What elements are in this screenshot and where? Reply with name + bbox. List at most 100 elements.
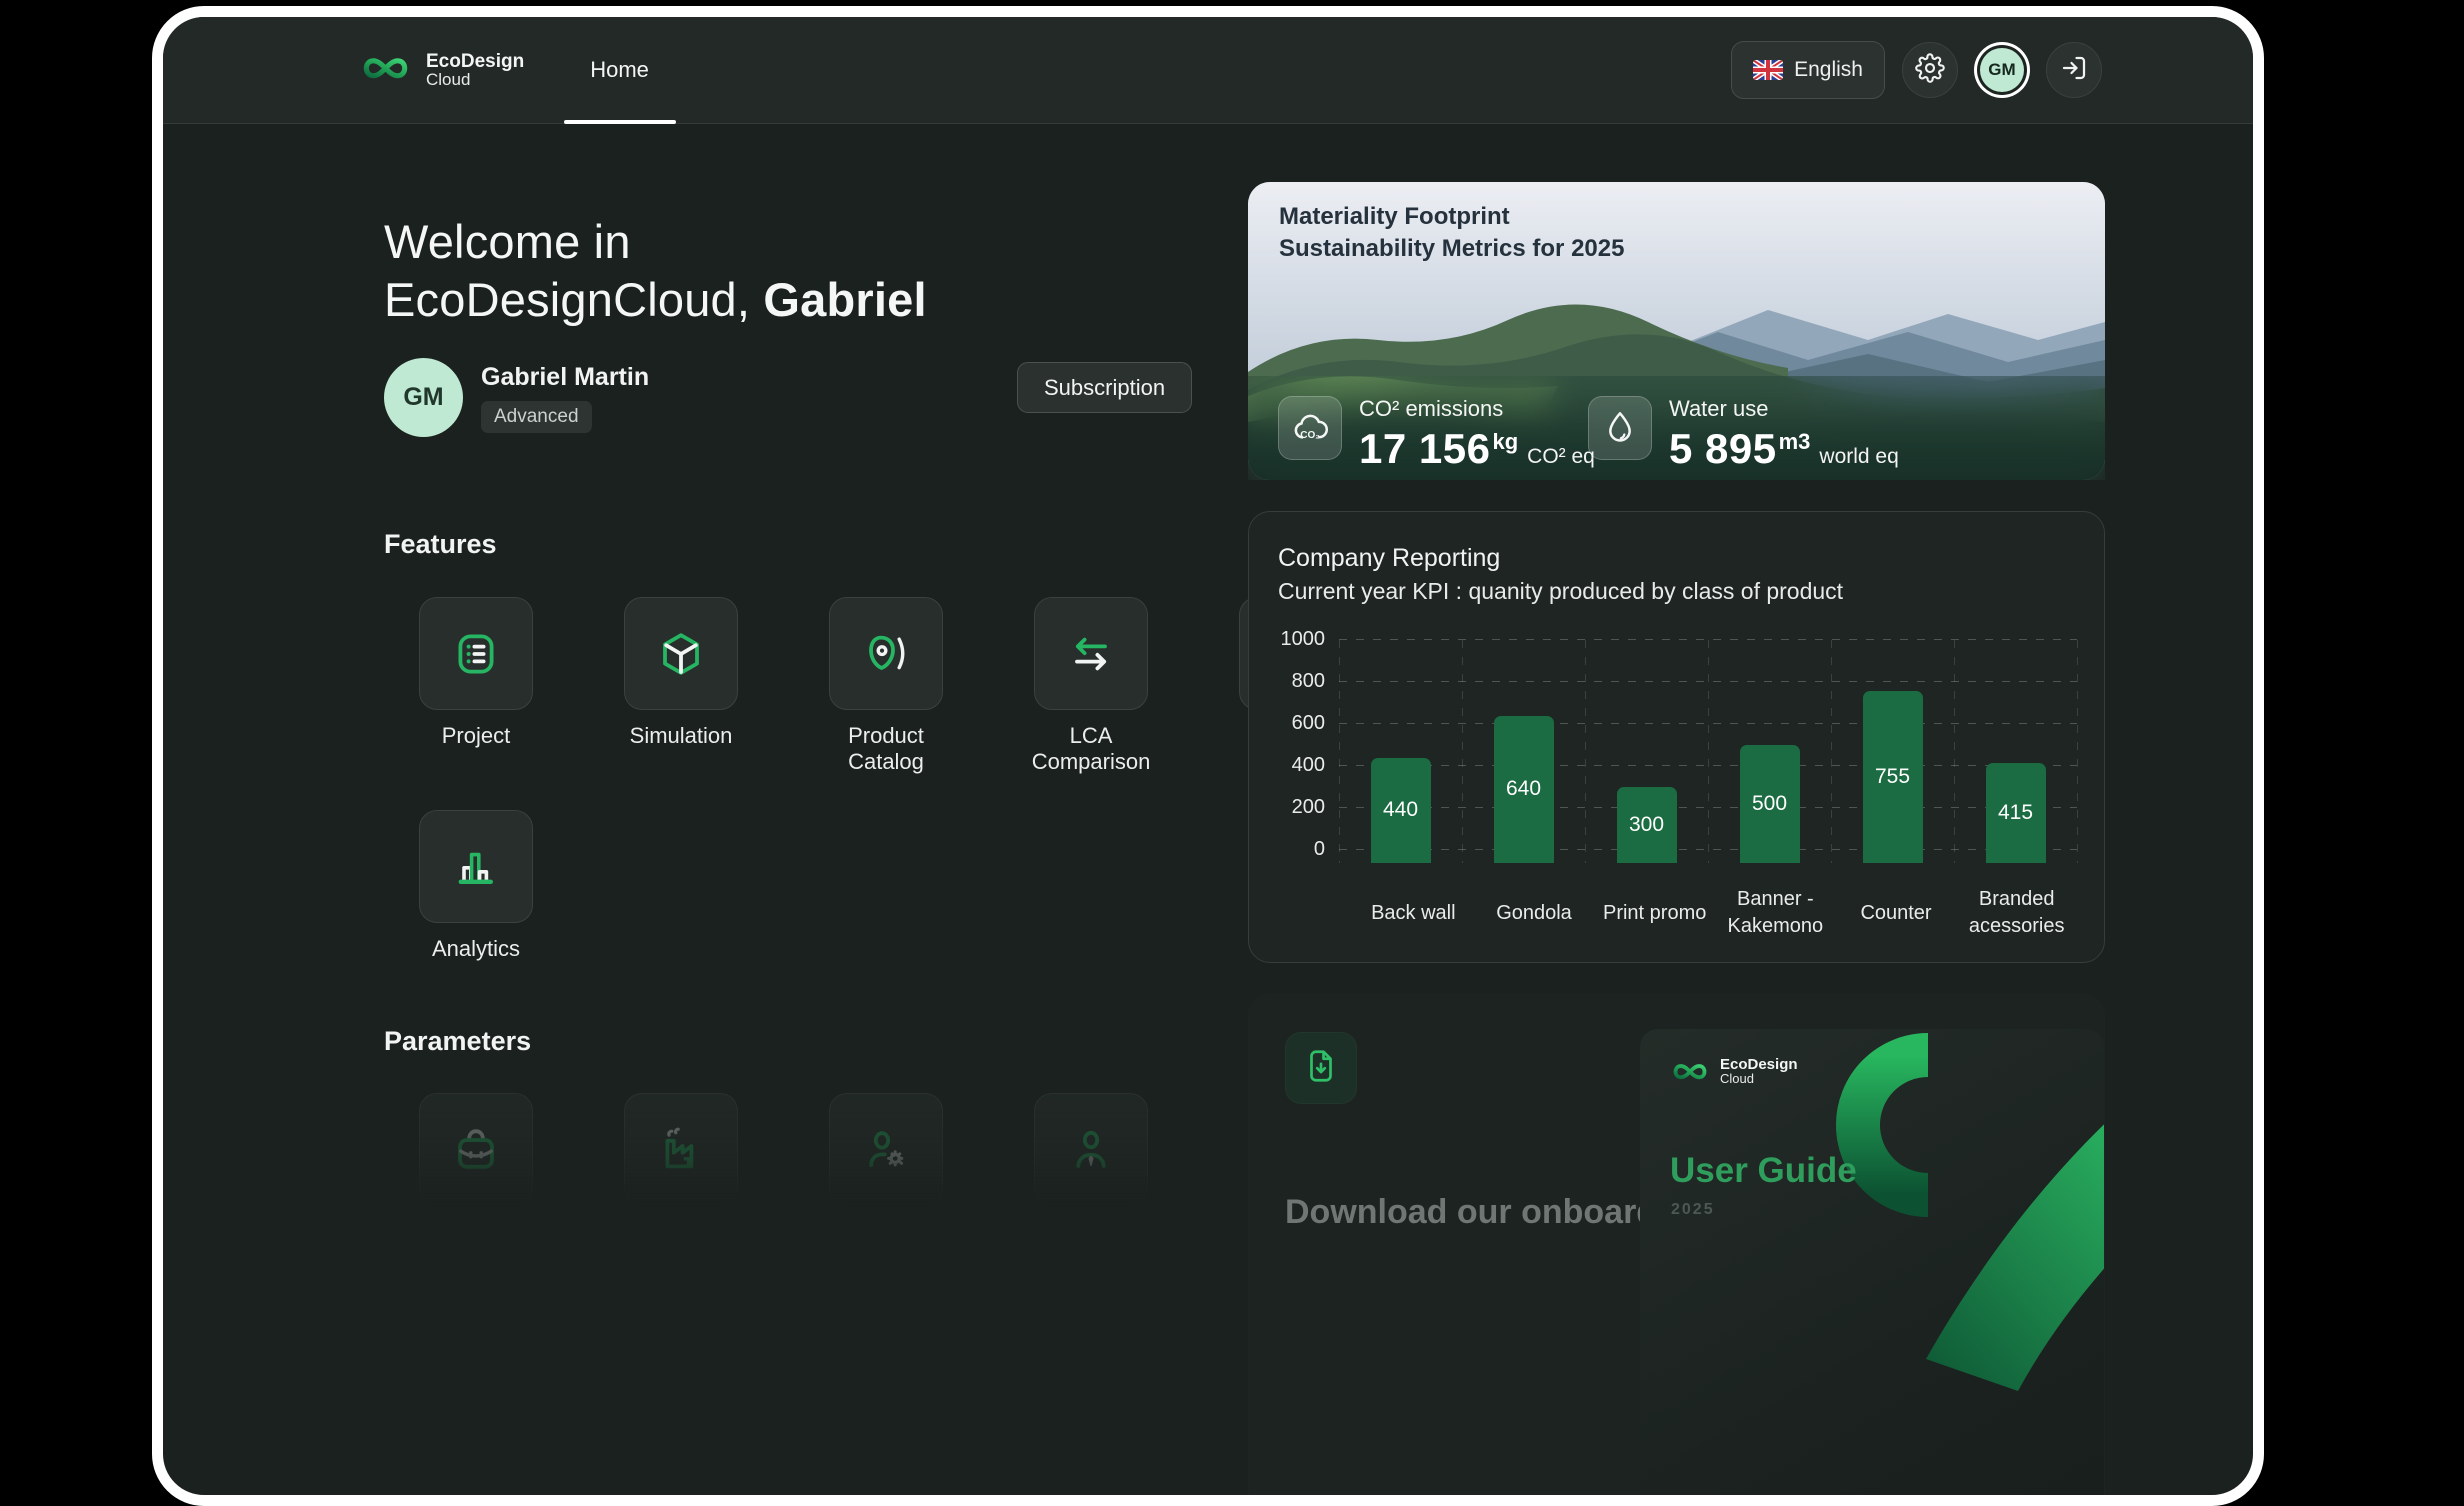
x-tick-back-wall: Back wall	[1353, 900, 1474, 927]
bar-branded-acessories: 415	[1986, 763, 2046, 863]
analytics-tile[interactable]	[419, 810, 533, 923]
gridline-vertical	[2077, 640, 2078, 863]
feature-label: Product Catalog	[829, 723, 943, 775]
x-tick-print-promo: Print promo	[1594, 900, 1715, 927]
feature-project[interactable]: Project	[419, 597, 533, 775]
y-axis-labels: 02004006008001000	[1273, 640, 1325, 863]
feature-label: Project	[442, 723, 510, 749]
logout-button[interactable]	[2046, 42, 2102, 98]
user-tie-icon	[1067, 1126, 1115, 1174]
main-content: Welcome in EcoDesignCloud, Gabriel GM Ga…	[163, 125, 2253, 1495]
guide-brand-logo: EcoDesign Cloud	[1670, 1057, 1798, 1086]
simulation-tile[interactable]	[624, 597, 738, 710]
lca-comparison-tile[interactable]	[1034, 597, 1148, 710]
project-list-icon	[452, 630, 500, 678]
logout-icon	[2059, 53, 2089, 88]
x-tick-gondola: Gondola	[1474, 900, 1595, 927]
bar-value: 300	[1629, 813, 1664, 837]
co2-value: 17 156	[1359, 425, 1490, 473]
settings-button[interactable]	[1902, 42, 1958, 98]
feature-simulation[interactable]: Simulation	[624, 597, 738, 775]
co2-cloud-icon: CO₂	[1278, 396, 1342, 460]
top-nav: EcoDesign Cloud Home English	[163, 17, 2253, 124]
bar-value: 440	[1383, 798, 1418, 822]
x-tick-banner-kakemono: Banner - Kakemono	[1715, 886, 1836, 940]
user-avatar[interactable]: GM	[1980, 48, 2024, 92]
svg-text:CO₂: CO₂	[1300, 430, 1319, 441]
feature-lca-comparison[interactable]: LCA Comparison	[1034, 597, 1148, 775]
chart-title: Company Reporting	[1278, 544, 1500, 573]
parameter-factory-tile[interactable]	[624, 1093, 738, 1206]
user-name: Gabriel Martin	[481, 363, 649, 392]
bar-counter: 755	[1863, 691, 1923, 863]
app-window: EcoDesign Cloud Home English	[152, 6, 2264, 1506]
page-title: Welcome in EcoDesignCloud, Gabriel	[384, 213, 927, 329]
bar-slot-counter: 755	[1831, 640, 1954, 863]
product-catalog-icon	[862, 630, 910, 678]
bars: 440 640 300 500 755 415	[1339, 640, 2077, 863]
simulation-cube-icon	[657, 630, 705, 678]
x-axis-labels: Back wallGondolaPrint promoBanner - Kake…	[1353, 877, 2077, 949]
bar-slot-gondola: 640	[1462, 640, 1585, 863]
parameter-user-tie-tile[interactable]	[1034, 1093, 1148, 1206]
parameter-user-gear-tile[interactable]	[829, 1093, 943, 1206]
water-value: 5 895	[1669, 425, 1777, 473]
parameter-briefcase-tile[interactable]	[419, 1093, 533, 1206]
language-selector[interactable]: English	[1731, 41, 1885, 99]
bar-chart: 02004006008001000 440640300500755415 Bac…	[1273, 640, 2077, 949]
uk-flag-icon	[1753, 60, 1783, 80]
plan-badge: Advanced	[481, 401, 592, 433]
onboarding-card: Download our onboarding	[1248, 994, 2105, 1506]
guide-title: User Guide	[1670, 1151, 1857, 1191]
user-guide-cover[interactable]: EcoDesign Cloud User Guide 2025	[1640, 1029, 2104, 1506]
y-tick: 600	[1273, 712, 1325, 735]
user-gear-icon	[862, 1126, 910, 1174]
guide-year: 2025	[1671, 1201, 1715, 1219]
bar-slot-branded-acessories: 415	[1954, 640, 2077, 863]
bar-value: 755	[1875, 765, 1910, 789]
gear-icon	[1915, 53, 1945, 88]
bar-value: 415	[1998, 801, 2033, 825]
feature-analytics[interactable]: Analytics	[419, 810, 533, 962]
bar-slot-print-promo: 300	[1585, 640, 1708, 863]
product-catalog-tile[interactable]	[829, 597, 943, 710]
bar-print-promo: 300	[1617, 787, 1677, 863]
feature-label: LCA Comparison	[1032, 723, 1151, 775]
feature-label: Simulation	[630, 723, 733, 749]
bar-value: 500	[1752, 792, 1787, 816]
feature-label: Analytics	[432, 936, 520, 962]
co2-metric: CO₂ CO² emissions 17 156 kg CO² eq	[1278, 396, 1595, 473]
x-tick-counter: Counter	[1836, 900, 1957, 927]
bar-slot-banner-kakemono: 500	[1708, 640, 1831, 863]
y-tick: 1000	[1273, 628, 1325, 651]
bar-slot-back-wall: 440	[1339, 640, 1462, 863]
bar-banner-kakemono: 500	[1740, 745, 1800, 863]
briefcase-icon	[452, 1126, 500, 1174]
chart-subtitle: Current year KPI : quanity produced by c…	[1278, 578, 1843, 605]
bar-back-wall: 440	[1371, 758, 1431, 863]
y-tick: 800	[1273, 670, 1325, 693]
green-ribbon-graphic	[1640, 1029, 2104, 1506]
water-drop-icon	[1588, 396, 1652, 460]
features-grid: Project Simulation Product Catalog LCA Comp…	[419, 597, 1359, 962]
download-file-icon	[1302, 1047, 1340, 1090]
analytics-icon	[452, 843, 500, 891]
subscription-button[interactable]: Subscription	[1017, 362, 1192, 413]
materiality-title: Materiality Footprint Sustainability Met…	[1279, 201, 1624, 265]
project-tile[interactable]	[419, 597, 533, 710]
plot-area: 440 640 300 500 755 415	[1339, 640, 2077, 863]
lca-comparison-icon	[1067, 630, 1115, 678]
y-tick: 0	[1273, 838, 1325, 861]
tab-home[interactable]: Home	[590, 17, 649, 124]
metrics-band: CO₂ CO² emissions 17 156 kg CO² eq	[1248, 376, 2105, 480]
brand-name: EcoDesign Cloud	[426, 52, 524, 89]
feature-product-catalog[interactable]: Product Catalog	[829, 597, 943, 775]
avatar: GM	[384, 358, 463, 437]
download-button[interactable]	[1285, 1032, 1357, 1104]
water-metric: Water use 5 895 m3 world eq	[1588, 396, 1899, 473]
materiality-card: Materiality Footprint Sustainability Met…	[1248, 182, 2105, 480]
features-heading: Features	[384, 529, 497, 560]
factory-icon	[657, 1126, 705, 1174]
y-tick: 200	[1273, 796, 1325, 819]
user-summary: GM Gabriel Martin Advanced	[384, 358, 649, 437]
